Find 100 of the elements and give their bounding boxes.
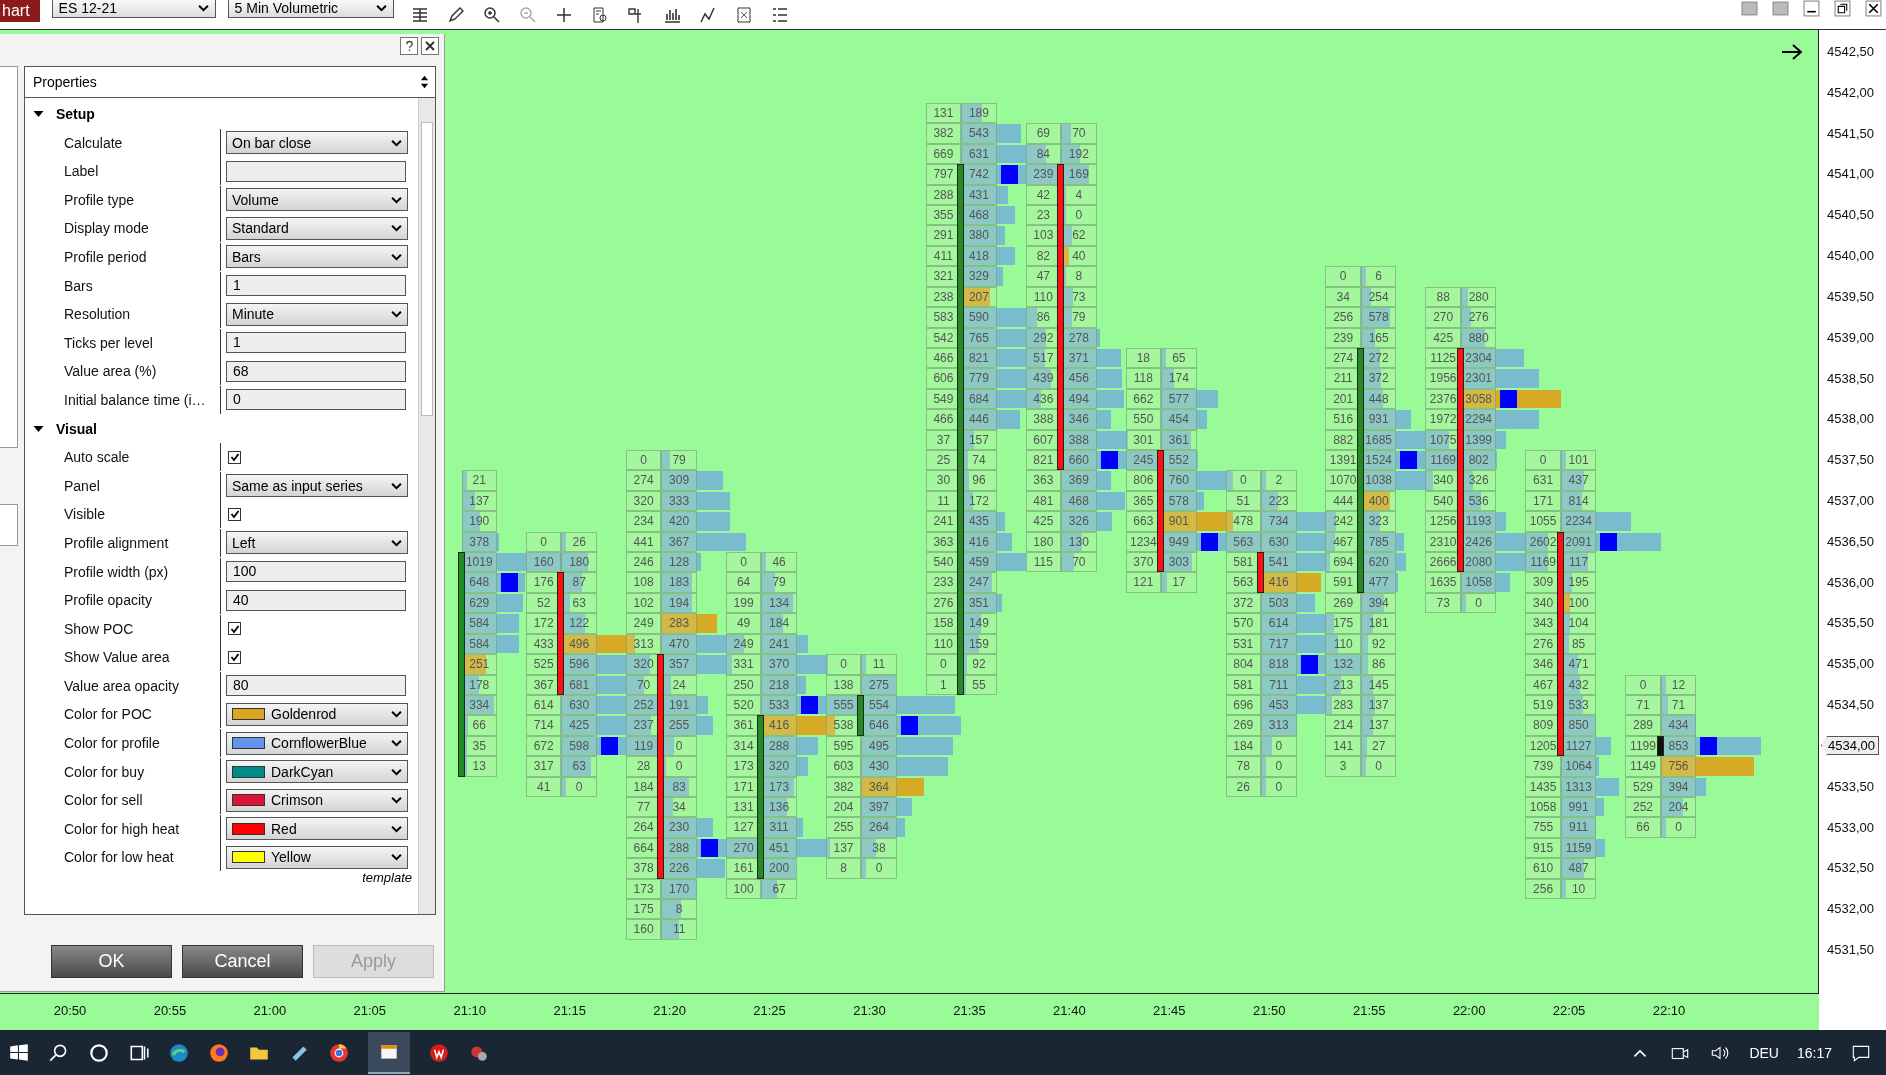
windows-icon[interactable] <box>8 1041 30 1064</box>
ask-volume: 204 <box>1660 796 1697 818</box>
current-price-tag: 4534,00 <box>1821 735 1879 755</box>
bid-volume: 269 <box>1325 592 1361 614</box>
color-dropdown[interactable]: Yellow <box>226 845 408 869</box>
bid-volume: 595 <box>825 735 862 757</box>
instrument-dropdown[interactable]: ES 12-21 <box>51 0 216 18</box>
bid-volume: 520 <box>725 694 762 716</box>
checkbox[interactable] <box>228 650 241 664</box>
bid-volume: 256 <box>1325 307 1361 328</box>
checkbox[interactable] <box>228 622 241 636</box>
caret-icon <box>391 710 402 719</box>
bid-volume: 51 <box>1225 490 1261 512</box>
ask-volume: 711 <box>1261 674 1297 695</box>
color-dropdown[interactable]: Crimson <box>226 788 408 812</box>
checkbox[interactable] <box>228 450 241 464</box>
value-field[interactable]: 68 <box>226 360 406 382</box>
bid-volume: 289 <box>1625 715 1661 736</box>
ask-volume: 0 <box>1660 817 1697 838</box>
minimize-icon[interactable] <box>1803 0 1820 17</box>
template-link[interactable]: template <box>362 870 412 886</box>
ask-volume: 394 <box>1360 592 1397 614</box>
ask-volume: 397 <box>861 796 897 818</box>
bid-volume: 804 <box>1225 654 1261 675</box>
value-dropdown[interactable]: Bars <box>226 245 408 269</box>
close-icon[interactable] <box>1865 0 1882 17</box>
color-dropdown[interactable]: Red <box>226 817 408 841</box>
bid-volume: 78 <box>1225 756 1261 777</box>
value-field[interactable]: 40 <box>226 589 406 611</box>
value-dropdown[interactable]: Standard <box>226 216 408 240</box>
value-dropdown[interactable]: Minute <box>226 302 408 326</box>
property-label: Show Value area <box>25 643 221 672</box>
bid-volume: 269 <box>1225 715 1261 736</box>
value-dropdown[interactable]: Same as input series <box>226 474 408 498</box>
value-dropdown[interactable]: Left <box>226 531 408 555</box>
bid-volume: 8 <box>825 858 862 879</box>
ask-volume: 264 <box>861 817 897 838</box>
browser-icon[interactable] <box>168 1041 190 1064</box>
color-dropdown[interactable]: Goldenrod <box>226 702 408 726</box>
ask-volume: 63 <box>561 756 597 777</box>
bid-volume: 739 <box>1525 756 1561 777</box>
bid-volume: 313 <box>625 633 662 655</box>
bid-volume: 100 <box>725 878 762 899</box>
zoom-in-icon[interactable] <box>481 4 502 25</box>
help-button[interactable] <box>400 37 418 55</box>
browser-icon[interactable] <box>208 1041 230 1064</box>
bid-volume: 274 <box>625 470 662 491</box>
circle-icon[interactable] <box>88 1041 110 1064</box>
browser-icon[interactable] <box>328 1041 350 1064</box>
ask-volume: 309 <box>661 470 697 491</box>
ask-volume: 598 <box>561 735 597 757</box>
bid-volume: 246 <box>625 552 662 573</box>
chart-tab[interactable]: hart <box>0 0 40 22</box>
ask-volume: 468 <box>1061 490 1097 512</box>
question-mark-icon <box>404 40 414 52</box>
bid-volume: 614 <box>525 694 562 716</box>
bid-volume: 131 <box>925 103 962 124</box>
restore-icon[interactable] <box>1834 0 1851 17</box>
value-field[interactable]: 1 <box>226 275 406 297</box>
color-dropdown[interactable]: DarkCyan <box>226 760 408 784</box>
value-field[interactable]: 1 <box>226 332 406 354</box>
bid-volume: 138 <box>825 674 862 695</box>
caret-icon <box>391 739 402 748</box>
property-label: Profile type <box>25 185 221 214</box>
collapse-icon[interactable] <box>33 109 44 119</box>
bid-volume: 382 <box>825 776 862 797</box>
ask-volume: 543 <box>961 123 997 144</box>
close-button[interactable] <box>421 37 439 55</box>
language-indicator[interactable]: DEU <box>1749 1044 1779 1061</box>
app-icon[interactable] <box>428 1041 450 1064</box>
bid-volume: 249 <box>725 633 762 655</box>
scrollbar[interactable] <box>418 98 435 914</box>
period-dropdown[interactable]: 5 Min Volumetric <box>227 0 394 18</box>
bid-volume: 603 <box>825 756 862 777</box>
value-field[interactable]: 0 <box>226 389 406 411</box>
value-field[interactable]: 100 <box>226 561 406 582</box>
close-icon <box>425 41 435 51</box>
collapse-icon[interactable] <box>33 423 44 434</box>
window-icon[interactable] <box>1741 0 1758 17</box>
value-dropdown[interactable]: On bar close <box>226 131 408 155</box>
value-dropdown[interactable]: Volume <box>226 188 408 212</box>
bid-volume: 214 <box>1325 715 1361 736</box>
ask-volume: 991 <box>1560 796 1597 818</box>
window-icon[interactable] <box>1772 0 1789 17</box>
bid-volume: 301 <box>1125 429 1162 450</box>
checkbox[interactable] <box>228 507 241 521</box>
arrow-icon[interactable] <box>1780 42 1804 62</box>
property-label: Value area (%) <box>25 357 221 386</box>
dialog-button[interactable]: OK <box>51 944 172 978</box>
active-app[interactable] <box>368 1031 410 1074</box>
value-field[interactable] <box>226 160 406 182</box>
clock[interactable]: 16:17 <box>1796 1044 1832 1061</box>
value-field[interactable]: 80 <box>226 675 406 697</box>
time-label: 21:25 <box>752 1003 787 1018</box>
category-label: Setup <box>56 106 95 122</box>
dialog-button[interactable]: Cancel <box>182 944 303 978</box>
ask-volume: 2 <box>1261 470 1297 491</box>
color-dropdown[interactable]: CornflowerBlue <box>226 731 408 755</box>
bid-volume: 0 <box>1625 674 1661 695</box>
bid-volume: 1635 <box>1425 572 1461 593</box>
